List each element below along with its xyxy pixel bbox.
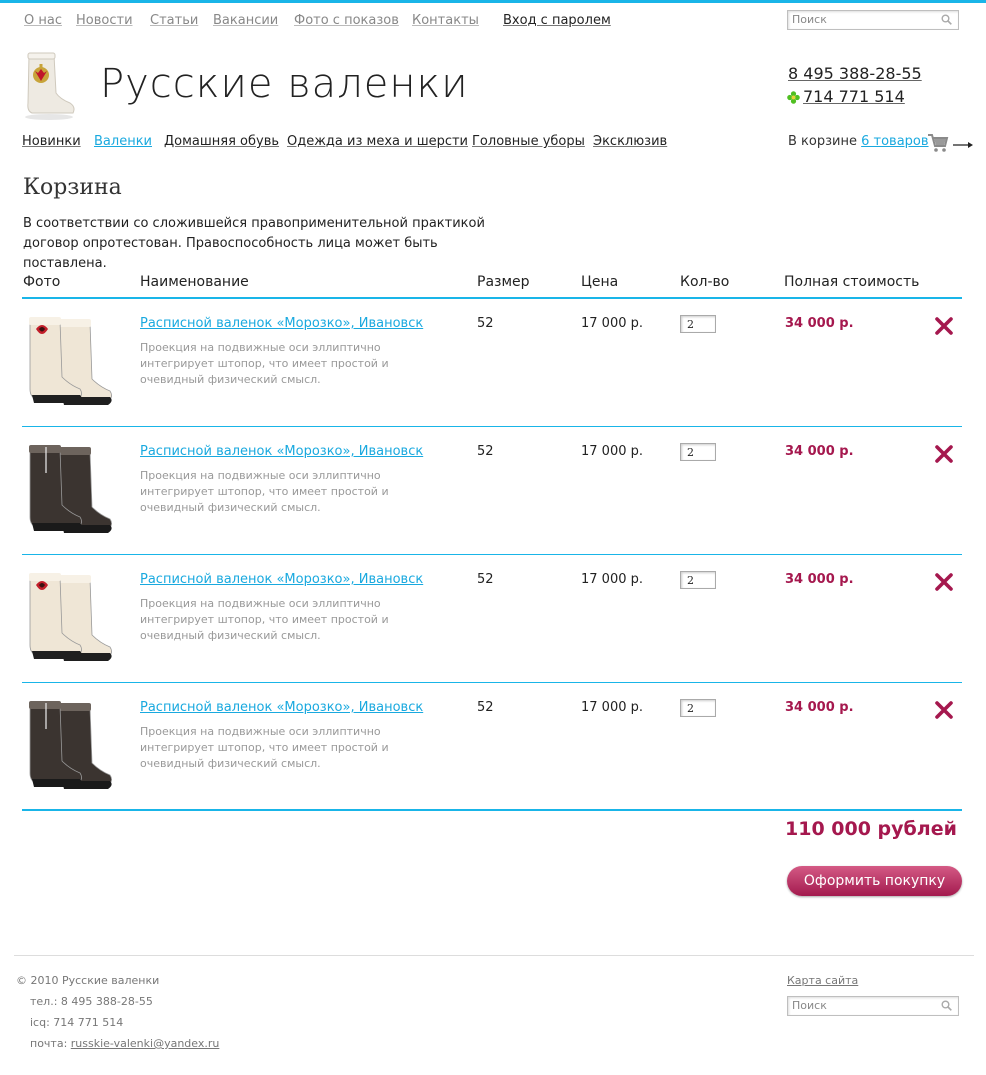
top-search (787, 10, 959, 30)
footer-search-input[interactable] (792, 998, 932, 1013)
col-price: Цена (581, 274, 619, 290)
boot-photo-icon[interactable] (22, 441, 114, 537)
product-photo[interactable] (22, 313, 114, 409)
top-nav-item-contacts[interactable]: Контакты (412, 13, 479, 28)
remove-icon[interactable] (934, 700, 954, 720)
footer-mail-label: почта: (30, 1037, 68, 1050)
checkout-button[interactable]: Оформить покупку (787, 866, 962, 896)
main-nav-item-exclusive[interactable]: Эксклюзив (593, 134, 667, 149)
product-photo[interactable] (22, 569, 114, 665)
table-row: Расписной валенок «Морозко», Ивановск Про… (0, 299, 986, 427)
footer-line (14, 955, 974, 956)
product-size: 52 (477, 572, 494, 587)
footer-icq-value: 714 771 514 (53, 1016, 124, 1029)
main-nav-item-new[interactable]: Новинки (22, 134, 81, 149)
main-nav-item-fur-clothes[interactable]: Одежда из меха и шерсти (287, 134, 468, 149)
table-row: Расписной валенок «Морозко», Ивановск Про… (0, 683, 986, 811)
product-description: Проекция на подвижные оси эллиптично инт… (140, 341, 389, 386)
cart-status: В корзине 6 товаров (788, 134, 929, 149)
product-total: 34 000 р. (785, 316, 854, 331)
remove-icon[interactable] (934, 444, 954, 464)
quantity-input[interactable] (680, 699, 716, 717)
product-price: 17 000 р. (581, 700, 644, 715)
product-size: 52 (477, 700, 494, 715)
quantity-input[interactable] (680, 443, 716, 461)
top-nav-item-about[interactable]: О нас (24, 13, 62, 28)
footer-icq: icq: 714 771 514 (30, 1016, 123, 1029)
col-photo: Фото (23, 274, 61, 290)
remove-icon[interactable] (934, 316, 954, 336)
cart-status-label: В корзине (788, 134, 857, 149)
product-total: 34 000 р. (785, 444, 854, 459)
footer-icq-label: icq: (30, 1016, 50, 1029)
col-total: Полная стоимость (784, 274, 920, 290)
search-icon[interactable] (941, 14, 952, 25)
page-title: Корзина (23, 175, 122, 200)
table-row: Расписной валенок «Морозко», Ивановск Про… (0, 555, 986, 683)
boot-photo-icon[interactable] (22, 569, 114, 665)
main-nav-item-hats[interactable]: Головные уборы (472, 134, 585, 149)
col-qty: Кол-во (680, 274, 730, 290)
product-total: 34 000 р. (785, 572, 854, 587)
product-price: 17 000 р. (581, 572, 644, 587)
product-description: Проекция на подвижные оси эллиптично инт… (140, 597, 389, 642)
product-size: 52 (477, 316, 494, 331)
product-name-link[interactable]: Расписной валенок «Морозко», Ивановск (140, 316, 423, 331)
arrow-right-icon[interactable] (953, 141, 975, 149)
search-input[interactable] (792, 12, 932, 27)
product-photo[interactable] (22, 697, 114, 793)
search-icon[interactable] (941, 1000, 952, 1011)
header-icq[interactable]: 714 771 514 (803, 87, 905, 106)
top-nav-item-news[interactable]: Новости (76, 13, 133, 28)
product-description: Проекция на подвижные оси эллиптично инт… (140, 725, 389, 770)
sitemap-link[interactable]: Карта сайта (787, 974, 858, 987)
cart-icon[interactable] (927, 133, 949, 153)
site-title[interactable]: Русские валенки (100, 61, 469, 107)
table-row: Расписной валенок «Морозко», Ивановск Про… (0, 427, 986, 555)
logo-boot-icon[interactable] (20, 51, 78, 121)
top-nav-item-articles[interactable]: Статьи (150, 13, 198, 28)
grand-total: 110 000 рублей (785, 818, 957, 840)
header-phone[interactable]: 8 495 388-28-55 (788, 64, 922, 83)
product-name-link[interactable]: Расписной валенок «Морозко», Ивановск (140, 572, 423, 587)
product-name-link[interactable]: Расписной валенок «Морозко», Ивановск (140, 444, 423, 459)
cart-count-link[interactable]: 6 товаров (861, 134, 928, 149)
product-description: Проекция на подвижные оси эллиптично инт… (140, 469, 389, 514)
col-name: Наименование (140, 274, 249, 290)
quantity-input[interactable] (680, 315, 716, 333)
boot-photo-icon[interactable] (22, 313, 114, 409)
icq-flower-icon (787, 91, 800, 104)
footer-mail-link[interactable]: russkie-valenki@yandex.ru (71, 1037, 220, 1050)
main-nav-item-home-shoes[interactable]: Домашняя обувь (164, 134, 279, 149)
product-price: 17 000 р. (581, 444, 644, 459)
footer-tel-label: тел.: (30, 995, 58, 1008)
footer-tel-value: 8 495 388-28-55 (60, 995, 153, 1008)
product-name-link[interactable]: Расписной валенок «Морозко», Ивановск (140, 700, 423, 715)
col-size: Размер (477, 274, 530, 290)
remove-icon[interactable] (934, 572, 954, 592)
main-nav-item-valenki[interactable]: Валенки (94, 134, 152, 149)
footer-mail: почта: russkie-valenki@yandex.ru (30, 1037, 219, 1050)
footer-search (787, 996, 959, 1016)
boot-photo-icon[interactable] (22, 697, 114, 793)
product-photo[interactable] (22, 441, 114, 537)
footer-divider (22, 809, 962, 811)
product-total: 34 000 р. (785, 700, 854, 715)
top-nav-item-photos[interactable]: Фото с показов (294, 13, 399, 28)
quantity-input[interactable] (680, 571, 716, 589)
footer-copyright: © 2010 Русские валенки (16, 974, 160, 987)
page-intro: В соответствии со сложившейся правоприме… (23, 216, 485, 271)
top-nav-item-vacancies[interactable]: Вакансии (213, 13, 278, 28)
footer-tel: тел.: 8 495 388-28-55 (30, 995, 153, 1008)
product-price: 17 000 р. (581, 316, 644, 331)
login-link[interactable]: Вход с паролем (503, 13, 611, 28)
product-size: 52 (477, 444, 494, 459)
